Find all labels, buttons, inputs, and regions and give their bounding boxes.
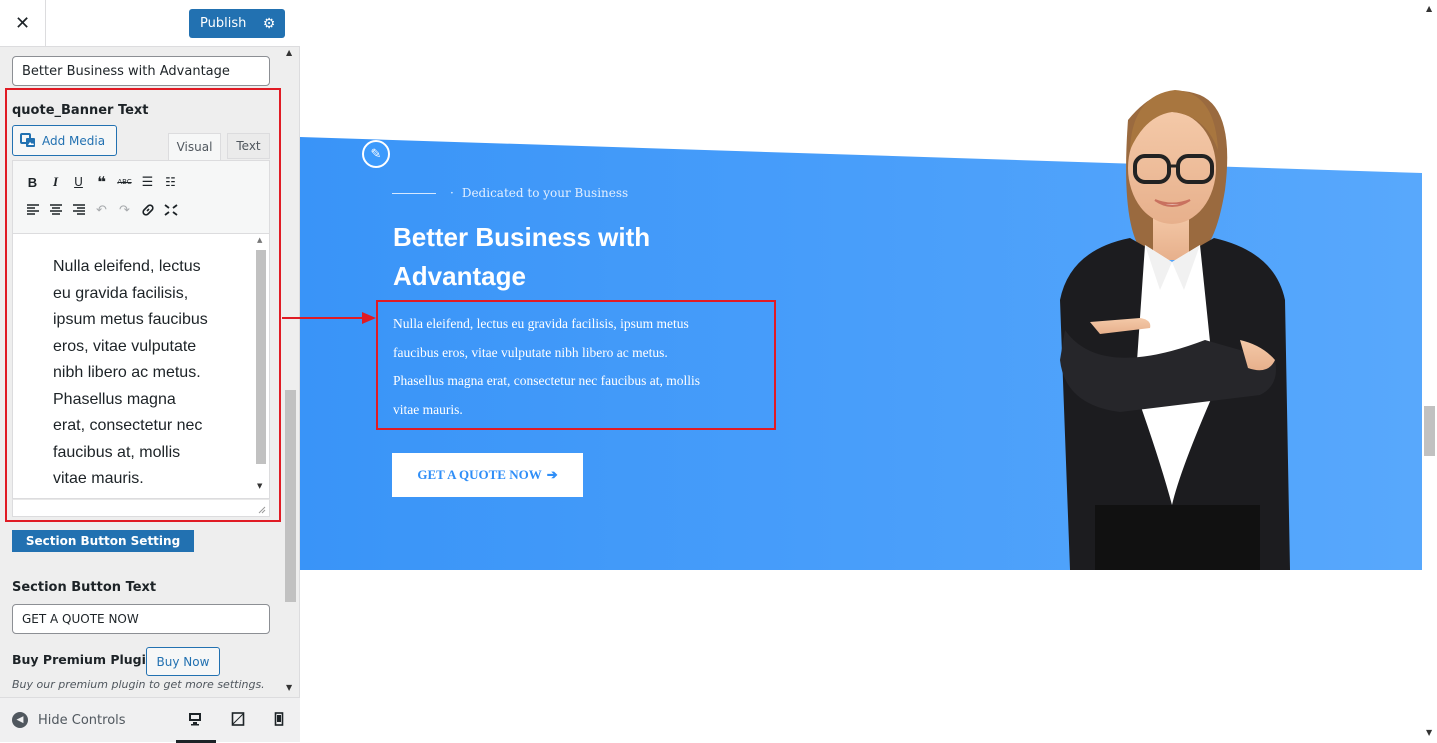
edit-shortcut-icon[interactable]: ✎ — [362, 140, 390, 168]
section-button-text-field[interactable]: GET A QUOTE NOW — [12, 604, 270, 634]
get-quote-label: GET A QUOTE NOW — [417, 467, 542, 482]
controls-panel: quote_Banner Text Add Media Visual Text … — [0, 47, 300, 697]
desktop-preview-icon[interactable] — [188, 712, 202, 726]
window-scroll-up-icon[interactable]: ▲ — [1426, 4, 1432, 13]
publish-label: Publish — [200, 16, 247, 31]
section-button-setting-heading: Section Button Setting — [12, 530, 194, 552]
collapse-arrow-icon: ◀ — [12, 712, 28, 728]
publish-button[interactable]: Publish ⚙ — [189, 9, 285, 38]
tagline-line — [392, 192, 436, 194]
window-scroll-thumb[interactable] — [1424, 406, 1435, 456]
banner-tagline: · Dedicated to your Business — [392, 186, 628, 200]
gear-icon[interactable]: ⚙ — [255, 16, 283, 32]
customizer-sidebar: ✕ Publish ⚙ quote_Banner Text Add Media … — [0, 0, 300, 743]
banner-title-field[interactable] — [12, 56, 270, 86]
tagline-dot: · — [450, 186, 454, 200]
section-button-text-label: Section Button Text — [12, 580, 157, 595]
hide-controls-button[interactable]: ◀ Hide Controls — [12, 712, 126, 728]
mobile-preview-icon[interactable] — [272, 712, 286, 726]
arrow-right-icon: ➔ — [546, 467, 558, 482]
tablet-preview-icon[interactable] — [231, 712, 245, 726]
buy-premium-label: Buy Premium Plugin — [12, 652, 155, 667]
site-preview: ✎ · Dedicated to your Business Better Bu… — [300, 0, 1422, 742]
buy-now-button[interactable]: Buy Now — [146, 647, 220, 676]
sidebar-scroll-up-icon[interactable]: ▲ — [286, 48, 292, 57]
banner-heading: Better Business with Advantage — [393, 218, 753, 296]
banner-heading-line: Advantage — [393, 261, 526, 291]
sidebar-scroll-down-icon[interactable]: ▼ — [286, 683, 292, 692]
highlight-box-editor — [5, 88, 281, 522]
close-customizer-button[interactable]: ✕ — [0, 0, 46, 47]
premium-description: Buy our premium plugin to get more setti… — [12, 678, 265, 691]
sidebar-scroll-thumb[interactable] — [285, 390, 296, 602]
sidebar-header: ✕ Publish ⚙ — [0, 0, 300, 47]
highlight-box-paragraph — [376, 300, 776, 430]
businesswoman-image — [1060, 90, 1290, 570]
hide-controls-label: Hide Controls — [38, 712, 126, 728]
get-quote-button[interactable]: GET A QUOTE NOW ➔ — [392, 453, 583, 497]
tagline-text: Dedicated to your Business — [461, 186, 629, 200]
window-scroll-down-icon[interactable]: ▼ — [1426, 728, 1432, 737]
banner-heading-line: Better Business with — [393, 222, 651, 252]
sidebar-footer: ◀ Hide Controls — [0, 697, 300, 743]
